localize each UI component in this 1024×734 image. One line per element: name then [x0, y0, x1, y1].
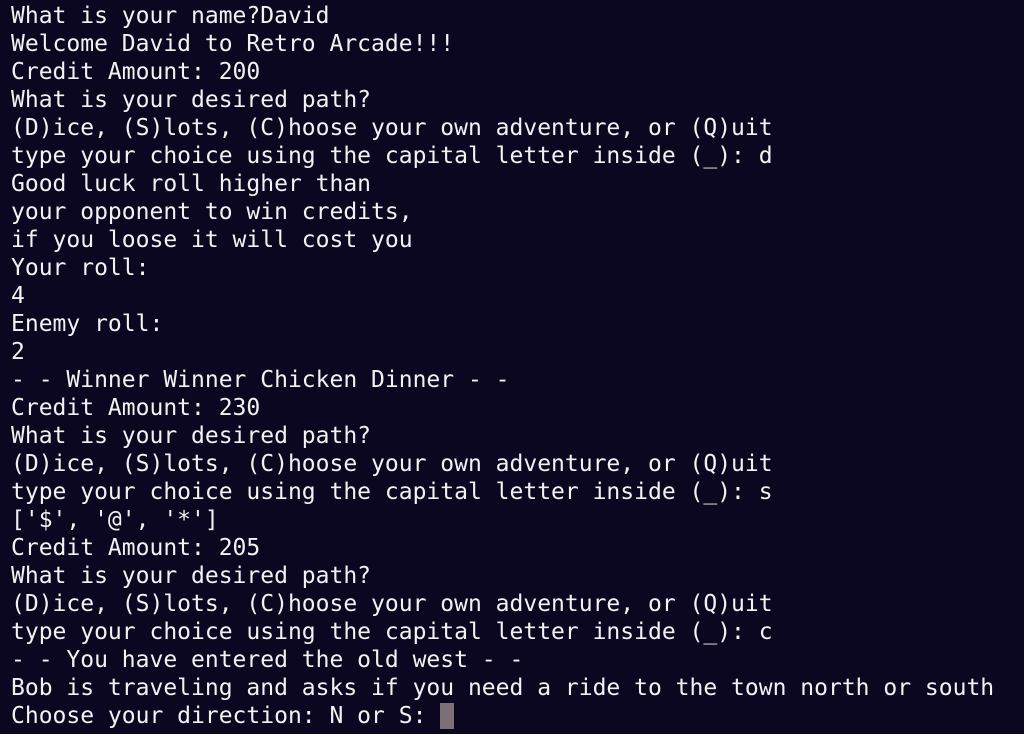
- output-line-dice-intro: Good luck roll higher than: [11, 171, 372, 197]
- text-cursor[interactable]: [440, 703, 455, 729]
- output-line-credit: Credit Amount: 200: [11, 59, 261, 85]
- output-line-enemy-roll-label: Enemy roll:: [11, 311, 164, 337]
- output-line-choice: type your choice using the capital lette…: [11, 479, 773, 505]
- output-line-dice-intro: your opponent to win credits,: [11, 199, 413, 225]
- output-line-menu-options: (D)ice, (S)lots, (C)hoose your own adven…: [11, 451, 773, 477]
- output-line-menu-options: (D)ice, (S)lots, (C)hoose your own adven…: [11, 115, 773, 141]
- output-line-menu-options: (D)ice, (S)lots, (C)hoose your own adven…: [11, 591, 773, 617]
- output-line-credit: Credit Amount: 230: [11, 395, 261, 421]
- output-line-slots-result: ['$', '@', '*']: [11, 507, 219, 533]
- output-line-bob-story: Bob is traveling and asks if you need a …: [11, 675, 995, 701]
- output-line-name-prompt: What is your name?David: [11, 3, 330, 29]
- output-line-credit: Credit Amount: 205: [11, 535, 261, 561]
- terminal-window[interactable]: What is your name?David Welcome David to…: [0, 0, 1024, 734]
- output-line-old-west: - - You have entered the old west - -: [11, 647, 524, 673]
- output-line-path-question: What is your desired path?: [11, 563, 372, 589]
- input-line[interactable]: Choose your direction: N or S:: [11, 702, 1024, 730]
- direction-prompt: Choose your direction: N or S:: [11, 703, 441, 729]
- output-line-dice-intro: if you loose it will cost you: [11, 227, 413, 253]
- output-line-your-roll-value: 4: [11, 283, 25, 309]
- output-line-path-question: What is your desired path?: [11, 423, 372, 449]
- output-line-path-question: What is your desired path?: [11, 87, 372, 113]
- output-line-choice: type your choice using the capital lette…: [11, 619, 773, 645]
- output-line-welcome: Welcome David to Retro Arcade!!!: [11, 31, 455, 57]
- output-line-choice: type your choice using the capital lette…: [11, 143, 773, 169]
- output-line-winner: - - Winner Winner Chicken Dinner - -: [11, 367, 510, 393]
- output-line-enemy-roll-value: 2: [11, 339, 25, 365]
- output-line-your-roll-label: Your roll:: [11, 255, 150, 281]
